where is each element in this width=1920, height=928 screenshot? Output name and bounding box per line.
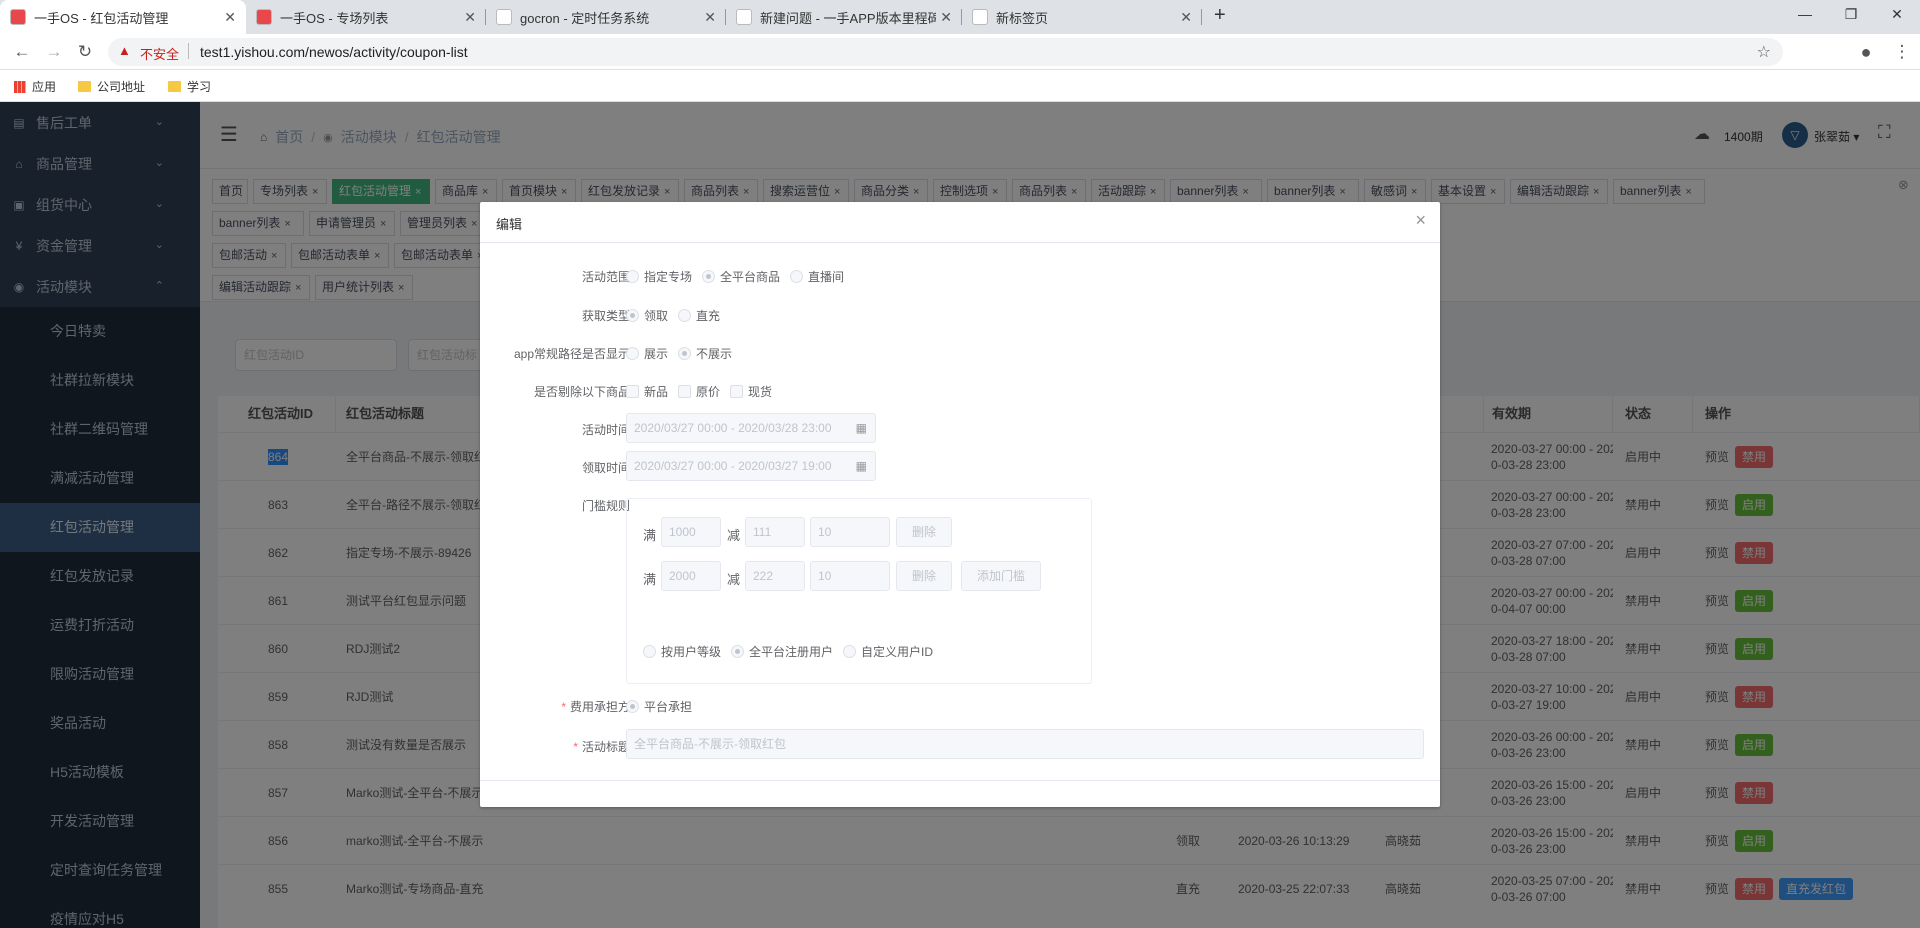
- menu-icon[interactable]: ⋮: [1892, 42, 1912, 62]
- scope-radio[interactable]: 全平台商品: [702, 268, 780, 285]
- restore-icon[interactable]: ❐: [1828, 0, 1874, 30]
- calendar-icon: ▦: [855, 421, 867, 435]
- user-scope-radio[interactable]: 按用户等级: [643, 643, 721, 660]
- threshold-qty-input[interactable]: 10: [810, 517, 890, 547]
- title-input[interactable]: 全平台商品-不展示-领取红包: [626, 729, 1424, 759]
- threshold-minus-input[interactable]: 111: [745, 517, 805, 547]
- radio-icon: [626, 270, 639, 283]
- get-type-radio[interactable]: 领取: [626, 307, 668, 324]
- close-tab-icon[interactable]: ✕: [1180, 9, 1192, 26]
- favicon-icon: [10, 9, 26, 25]
- apps-grid-icon: [14, 80, 26, 93]
- radio-icon: [843, 645, 857, 658]
- folder-icon: [168, 81, 181, 92]
- checkbox-icon: [678, 385, 692, 398]
- app-show-radio[interactable]: 展示: [626, 345, 668, 362]
- threshold-delete-button[interactable]: 删除: [896, 561, 952, 591]
- scope-radio[interactable]: 直播间: [790, 268, 844, 285]
- bookmarks-bar: 应用 公司地址 学习: [0, 70, 1920, 102]
- favicon-icon: [256, 9, 272, 25]
- radio-icon: [626, 347, 639, 360]
- exclude-checkbox[interactable]: 现货: [730, 383, 772, 400]
- url-text: test1.yishou.com/newos/activity/coupon-l…: [200, 44, 468, 60]
- receive-time-picker[interactable]: 2020/03/27 00:00 - 2020/03/27 19:00 ▦: [626, 451, 876, 481]
- scope-radio-group: 指定专场 全平台商品 直播间: [626, 268, 854, 285]
- reload-icon[interactable]: ↻: [75, 42, 95, 62]
- radio-icon: [626, 700, 639, 713]
- address-bar[interactable]: ▲ 不安全 test1.yishou.com/newos/activity/co…: [108, 38, 1783, 66]
- label-scope: 活动范围: [581, 270, 630, 284]
- exclude-checkbox[interactable]: 原价: [678, 383, 720, 400]
- bookmark-apps[interactable]: 应用: [14, 78, 56, 95]
- checkbox-icon: [730, 385, 744, 398]
- label-title: * 活动标题: [573, 740, 630, 754]
- user-scope-radio[interactable]: 自定义用户ID: [843, 643, 933, 660]
- favicon-icon: [736, 9, 752, 25]
- favicon-icon: [496, 9, 512, 25]
- label-threshold: 门槛规则: [581, 499, 630, 513]
- bookmark-company[interactable]: 公司地址: [78, 78, 145, 95]
- radio-icon: [643, 645, 656, 658]
- browser-tab[interactable]: 新建问题 - 一手APP版本里程碑 · ✕: [726, 0, 962, 34]
- forward-icon[interactable]: →: [44, 42, 64, 62]
- label-get-type: 获取类型: [581, 309, 630, 323]
- minimize-icon[interactable]: —: [1782, 0, 1828, 30]
- browser-tab[interactable]: gocron - 定时任务系统 ✕: [486, 0, 726, 34]
- label-app-show: app常规路径是否显示: [513, 347, 630, 361]
- browser-tab[interactable]: 新标签页 ✕: [962, 0, 1202, 34]
- edit-dialog: 编辑 × 活动范围 指定专场 全平台商品 直播间 获取类型 领取 直充 app常规路径…: [480, 202, 1440, 807]
- radio-icon: [678, 347, 692, 360]
- exclude-checkbox[interactable]: 新品: [626, 383, 668, 400]
- get-type-radio-group: 领取 直充: [626, 307, 730, 324]
- radio-icon: [790, 270, 804, 283]
- radio-icon: [702, 270, 716, 283]
- folder-icon: [78, 81, 91, 92]
- user-scope-radio-group: 按用户等级 全平台注册用户 自定义用户ID: [643, 643, 943, 660]
- threshold-full-input[interactable]: 2000: [661, 561, 721, 591]
- close-tab-icon[interactable]: ✕: [224, 9, 236, 26]
- threshold-minus-input[interactable]: 222: [745, 561, 805, 591]
- add-threshold-button[interactable]: 添加门槛: [961, 561, 1041, 591]
- close-tab-icon[interactable]: ✕: [940, 9, 952, 26]
- label-cost: * 费用承担方: [561, 700, 630, 714]
- user-scope-radio[interactable]: 全平台注册用户: [731, 643, 833, 660]
- label-exclude: 是否剔除以下商品: [533, 385, 630, 399]
- browser-tabstrip: 一手OS - 红包活动管理 ✕ 一手OS - 专场列表 ✕ gocron - 定时任务系…: [0, 0, 1920, 34]
- close-tab-icon[interactable]: ✕: [704, 9, 716, 26]
- threshold-full-input[interactable]: 1000: [661, 517, 721, 547]
- warning-icon: ▲: [118, 43, 131, 58]
- new-tab-button[interactable]: +: [1214, 4, 1226, 27]
- app-show-radio[interactable]: 不展示: [678, 345, 732, 362]
- exclude-checkbox-group: 新品 原价 现货: [626, 383, 782, 400]
- scope-radio[interactable]: 指定专场: [626, 268, 692, 285]
- browser-toolbar: ← → ↻ ▲ 不安全 test1.yishou.com/newos/activ…: [0, 34, 1920, 70]
- cost-radio[interactable]: 平台承担: [626, 698, 692, 715]
- bookmark-study[interactable]: 学习: [168, 78, 211, 95]
- favicon-icon: [972, 9, 988, 25]
- close-tab-icon[interactable]: ✕: [464, 9, 476, 26]
- threshold-panel: 满 1000 减 111 10 删除 满 2000 减 222 10 删除 添加…: [626, 498, 1092, 684]
- threshold-qty-input[interactable]: 10: [810, 561, 890, 591]
- back-icon[interactable]: ←: [12, 42, 32, 62]
- radio-icon: [678, 309, 692, 322]
- app-show-radio-group: 展示 不展示: [626, 345, 742, 362]
- cost-radio-group: 平台承担: [626, 698, 702, 715]
- radio-icon: [626, 309, 639, 322]
- browser-tab[interactable]: 一手OS - 专场列表 ✕: [246, 0, 486, 34]
- label-activity-time: 活动时间: [581, 423, 630, 437]
- label-receive-time: 领取时间: [581, 461, 630, 475]
- threshold-delete-button[interactable]: 删除: [896, 517, 952, 547]
- radio-icon: [731, 645, 745, 658]
- close-window-icon[interactable]: ✕: [1874, 0, 1920, 30]
- checkbox-icon: [626, 385, 639, 398]
- browser-tab[interactable]: 一手OS - 红包活动管理 ✕: [0, 0, 246, 34]
- profile-icon[interactable]: ●: [1856, 42, 1876, 62]
- dialog-title: 编辑: [496, 217, 523, 232]
- bookmark-star-icon[interactable]: ☆: [1757, 42, 1771, 62]
- close-icon[interactable]: ×: [1415, 210, 1426, 231]
- activity-time-picker[interactable]: 2020/03/27 00:00 - 2020/03/28 23:00 ▦: [626, 413, 876, 443]
- get-type-radio[interactable]: 直充: [678, 307, 720, 324]
- security-label: 不安全: [140, 47, 180, 62]
- calendar-icon: ▦: [855, 459, 867, 473]
